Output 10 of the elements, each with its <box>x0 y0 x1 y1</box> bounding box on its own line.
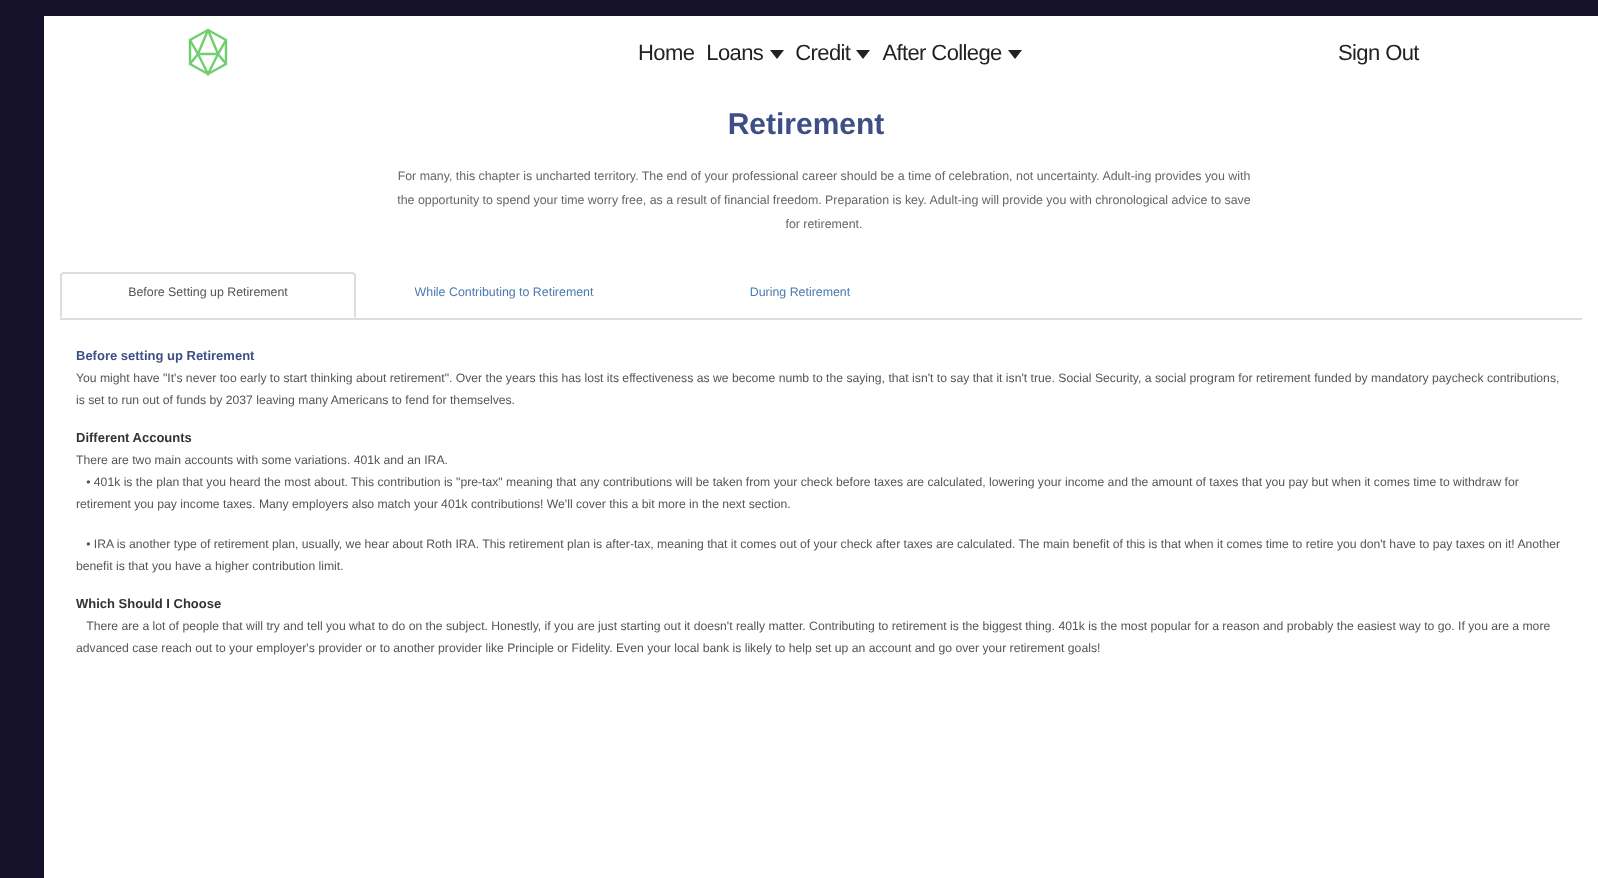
nav-link[interactable]: After College <box>882 38 1022 71</box>
page-title: Retirement <box>725 106 887 146</box>
nav-link[interactable]: Credit <box>795 38 871 71</box>
sign-out-link[interactable]: Sign Out <box>1338 38 1419 71</box>
logo-icon[interactable] <box>186 28 230 76</box>
caret-icon <box>1007 49 1022 60</box>
nav-link[interactable]: Home <box>638 38 695 71</box>
caret-icon <box>769 49 784 60</box>
nav-link[interactable]: Loans <box>706 38 784 71</box>
caret-icon <box>856 49 871 60</box>
